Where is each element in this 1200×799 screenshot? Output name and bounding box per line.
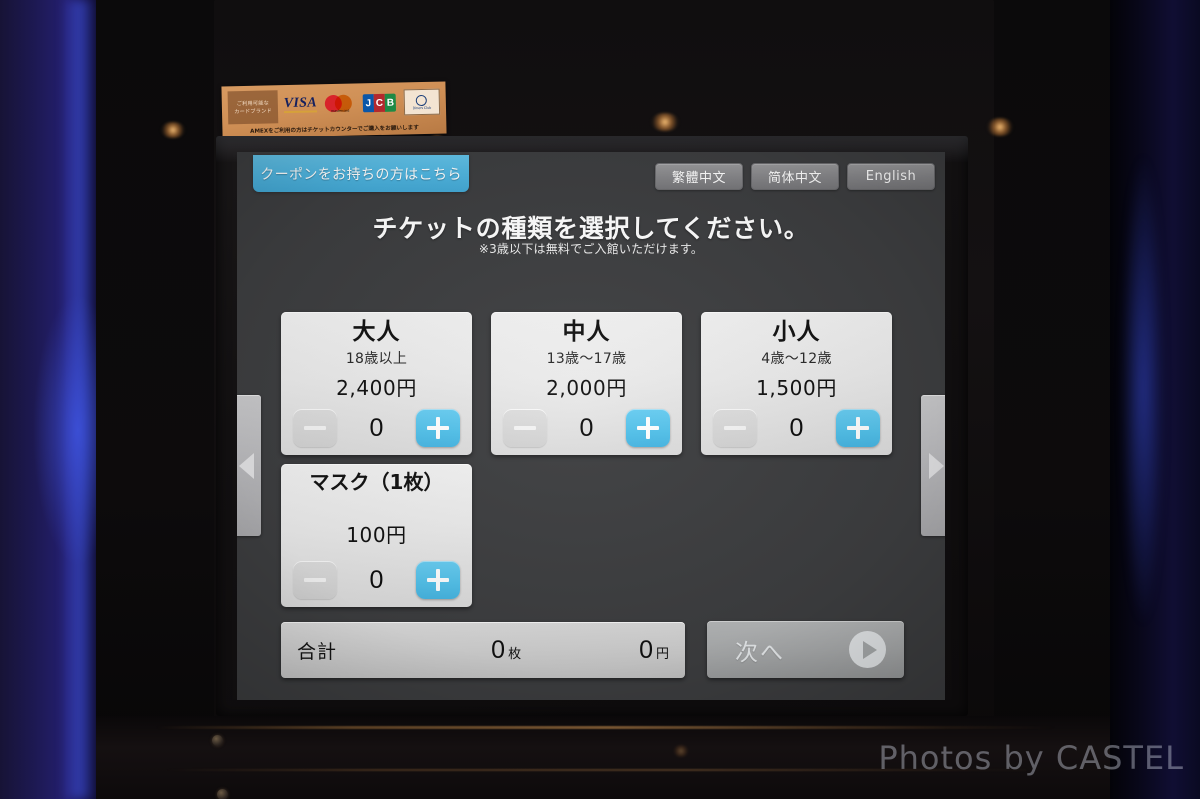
panel-screw <box>212 735 223 746</box>
play-triangle-icon <box>862 640 877 659</box>
ceiling-light-reflection <box>650 113 680 131</box>
jcb-letter-b: B <box>384 93 397 112</box>
ticket-title: 大人 <box>352 319 401 345</box>
play-circle-icon <box>849 631 886 668</box>
language-button-simplified-chinese[interactable]: 简体中文 <box>751 163 839 190</box>
ticket-count: 0 <box>579 413 594 442</box>
language-switcher: 繁體中文 简体中文 English <box>655 163 935 190</box>
quantity-stepper: 0 <box>293 561 460 599</box>
coupon-button[interactable]: クーポンをお持ちの方はこちら <box>253 155 469 192</box>
ticket-card-adult[interactable]: 大人 18歳以上 2,400円 0 <box>281 312 472 455</box>
ticket-title: 小人 <box>772 319 821 345</box>
total-quantity-value: 0 <box>491 635 506 664</box>
quantity-stepper: 0 <box>713 409 880 447</box>
total-amount-unit: 円 <box>655 646 669 662</box>
ticket-count: 0 <box>789 413 804 442</box>
jcb-letter-j: J <box>362 94 375 113</box>
language-button-english[interactable]: English <box>847 163 935 190</box>
diners-club-ring <box>416 94 428 106</box>
total-summary-bar: 合計 0 枚 0 円 <box>281 622 685 678</box>
triangle-left-icon <box>238 452 254 479</box>
panel-screw <box>217 789 228 799</box>
page-subtitle: ※3歳以下は無料でご入館いただけます。 <box>478 242 704 256</box>
quantity-stepper: 0 <box>293 409 460 447</box>
plus-icon-vertical <box>646 417 650 439</box>
total-quantity: 0 枚 <box>491 636 521 665</box>
ticket-title: マスク（1枚） <box>309 470 444 494</box>
next-button-label: 次へ <box>735 639 785 666</box>
diners-club-icon: Diners Club <box>403 88 441 116</box>
increment-button[interactable] <box>836 409 880 447</box>
jcb-icon: J C B <box>362 93 397 113</box>
ticket-price: 2,400円 <box>336 375 417 400</box>
curtain-glow-left <box>62 0 96 799</box>
minus-icon <box>724 426 746 430</box>
decrement-button[interactable] <box>713 409 757 447</box>
minus-icon <box>304 578 326 582</box>
ticket-title: 中人 <box>562 319 611 345</box>
ticket-count: 0 <box>369 565 384 594</box>
visa-icon: VISA <box>284 95 318 114</box>
diners-club-wordmark: Diners Club <box>412 105 432 110</box>
next-page-button[interactable] <box>921 395 945 536</box>
ticket-card-youth[interactable]: 中人 13歳〜17歳 2,000円 0 <box>491 312 682 455</box>
decrement-button[interactable] <box>503 409 547 447</box>
sticker-brand-line-1: ご利用可能な <box>236 100 270 108</box>
ticket-count: 0 <box>369 413 384 442</box>
photo-watermark: Photos by CASTEL <box>878 739 1184 777</box>
next-button[interactable]: 次へ <box>707 621 904 678</box>
ticket-price: 1,500円 <box>756 375 837 400</box>
total-amount: 0 円 <box>639 636 669 665</box>
touchscreen[interactable]: クーポンをお持ちの方はこちら 繁體中文 简体中文 English チケットの種類… <box>237 152 945 700</box>
ticket-age-range: 13歳〜17歳 <box>546 350 627 367</box>
mastercard-wordmark: mastercard <box>330 108 350 114</box>
jcb-letter-c: C <box>373 93 386 113</box>
kiosk-photo-scene: ご利用可能な カードブランド VISA mastercard J C B Din… <box>0 0 1200 799</box>
ticket-price: 100円 <box>346 523 407 547</box>
card-logo-row: VISA mastercard J C B Diners Club <box>284 88 441 120</box>
increment-button[interactable] <box>416 561 460 599</box>
mastercard-icon: mastercard <box>324 94 355 115</box>
ceiling-light-reflection <box>160 122 186 138</box>
plus-icon-vertical <box>436 569 440 591</box>
plus-icon-vertical <box>856 417 860 439</box>
prev-page-button[interactable] <box>237 395 261 536</box>
kiosk-base-edge-highlight <box>156 726 1056 729</box>
curtain-glow-right <box>1120 70 1166 710</box>
increment-button[interactable] <box>626 409 670 447</box>
sticker-amex-note: AMEXをご利用の方はチケットカウンターでご購入をお願いします <box>250 125 419 135</box>
sticker-brand-line-2: カードブランド <box>234 108 272 116</box>
decrement-button[interactable] <box>293 409 337 447</box>
ticket-card-child[interactable]: 小人 4歳〜12歳 1,500円 0 <box>701 312 892 455</box>
ticket-card-row: 大人 18歳以上 2,400円 0 中人 13歳〜17歳 2,000円 0 小人… <box>281 312 906 455</box>
total-quantity-unit: 枚 <box>508 646 522 662</box>
minus-icon <box>514 426 536 430</box>
quantity-stepper: 0 <box>503 409 670 447</box>
decrement-button[interactable] <box>293 561 337 599</box>
ceiling-light-reflection <box>986 118 1014 136</box>
plus-icon-vertical <box>436 417 440 439</box>
minus-icon <box>304 426 326 430</box>
ticket-card-grid: 大人 18歳以上 2,400円 0 中人 13歳〜17歳 2,000円 0 小人… <box>281 312 906 616</box>
ticket-age-range: 18歳以上 <box>345 350 408 367</box>
ticket-card-row: マスク（1枚） 100円 0 <box>281 464 906 607</box>
increment-button[interactable] <box>416 409 460 447</box>
ticket-price: 2,000円 <box>546 375 627 400</box>
ticket-age-range: 4歳〜12歳 <box>761 350 832 367</box>
triangle-right-icon <box>928 452 944 479</box>
total-label: 合計 <box>297 640 338 663</box>
accepted-cards-sticker: ご利用可能な カードブランド VISA mastercard J C B Din… <box>221 81 447 139</box>
ticket-card-mask[interactable]: マスク（1枚） 100円 0 <box>281 464 472 607</box>
ceiling-light-reflection <box>673 745 689 757</box>
language-button-traditional-chinese[interactable]: 繁體中文 <box>655 163 743 190</box>
total-amount-value: 0 <box>639 635 653 664</box>
sticker-brand-label: ご利用可能な カードブランド <box>227 90 279 125</box>
